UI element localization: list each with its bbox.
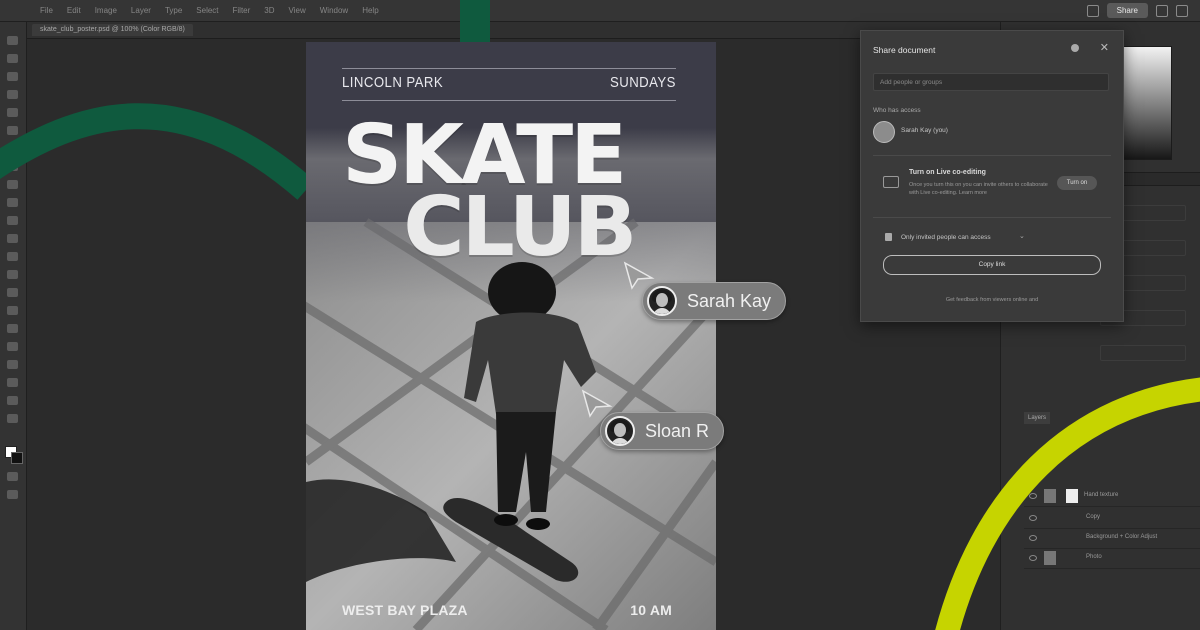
menu-item-type[interactable]: Type [165, 6, 182, 15]
menu-item-layer[interactable]: Layer [131, 6, 151, 15]
eraser-tool-icon[interactable] [7, 234, 18, 243]
menu-bar: File Edit Image Layer Type Select Filter… [0, 0, 1200, 22]
chevron-down-icon[interactable]: ⌄ [1019, 232, 1025, 240]
visibility-eye-icon[interactable] [1029, 555, 1037, 561]
healing-tool-icon[interactable] [7, 162, 18, 171]
avatar [873, 121, 895, 143]
owner-name: Sarah Kay (you) [901, 127, 948, 134]
marquee-tool-icon[interactable] [7, 54, 18, 63]
collaborator-pill: Sloan R [600, 412, 725, 450]
menu-item-edit[interactable]: Edit [67, 6, 81, 15]
divider [873, 217, 1111, 218]
magic-wand-tool-icon[interactable] [7, 90, 18, 99]
lasso-tool-icon[interactable] [7, 72, 18, 81]
add-people-input[interactable]: Add people or groups [873, 73, 1109, 91]
layer-mask-thumbnail [1066, 489, 1078, 503]
dark-green-curve [0, 103, 315, 200]
layer-row[interactable]: Photo [1024, 548, 1200, 569]
collaborator-name: Sloan R [645, 420, 710, 441]
path-select-tool-icon[interactable] [7, 342, 18, 351]
share-button[interactable]: Share [1106, 3, 1148, 18]
color-gradient-picker[interactable] [1122, 46, 1172, 160]
search-icon[interactable] [1156, 4, 1168, 17]
layer-row[interactable]: Copy [1024, 508, 1200, 529]
tool-bar [0, 22, 27, 630]
menu-item-3d[interactable]: 3D [264, 6, 274, 15]
menu-item-file[interactable]: File [40, 6, 53, 15]
shape-tool-icon[interactable] [7, 360, 18, 369]
menu-item-view[interactable]: View [289, 6, 306, 15]
collaborator-name: Sarah Kay [687, 290, 772, 311]
panel-field[interactable] [1100, 345, 1186, 361]
poster-venue: WEST BAY PLAZA [342, 602, 468, 618]
live-coediting-description: Once you turn this on you can invite oth… [909, 182, 1048, 196]
document-tab[interactable]: skate_club_poster.psd @ 100% (Color RGB/… [32, 24, 193, 36]
layer-name: Photo [1086, 554, 1102, 560]
home-icon[interactable] [1086, 4, 1099, 17]
access-setting[interactable]: Only invited people can access [901, 234, 991, 241]
move-tool-icon[interactable] [7, 36, 18, 45]
layer-thumbnail [1044, 551, 1056, 565]
layer-name: Background + Color Adjust [1086, 534, 1158, 540]
close-icon[interactable]: ✕ [1100, 41, 1109, 54]
layers-tab[interactable]: Layers [1024, 412, 1050, 424]
poster-canvas[interactable]: LINCOLN PARK SUNDAYS SKATE CLUB WEST BAY… [306, 42, 716, 630]
turn-on-button[interactable]: Turn on [1057, 176, 1097, 190]
menu-item-filter[interactable]: Filter [233, 6, 251, 15]
menu-item-image[interactable]: Image [95, 6, 117, 15]
copy-link-button[interactable]: Copy link [883, 255, 1101, 275]
pen-tool-icon[interactable] [7, 306, 18, 315]
workspace-icon[interactable] [1176, 4, 1188, 17]
visibility-eye-icon[interactable] [1029, 535, 1037, 541]
stamp-tool-icon[interactable] [7, 198, 18, 207]
top-rule [342, 68, 676, 69]
layer-row[interactable]: Background + Color Adjust [1024, 528, 1200, 549]
poster-title: SKATE CLUB [342, 115, 689, 269]
background-color-swatch[interactable] [11, 452, 23, 464]
blur-tool-icon[interactable] [7, 270, 18, 279]
visibility-eye-icon[interactable] [1029, 515, 1037, 521]
more-tools-icon[interactable] [7, 414, 18, 423]
menu-item-window[interactable]: Window [320, 6, 348, 15]
zoom-tool-icon[interactable] [7, 396, 18, 405]
collaborator-pill: Sarah Kay [642, 282, 787, 320]
crop-tool-icon[interactable] [7, 108, 18, 117]
gear-icon[interactable] [1071, 44, 1079, 52]
menu-item-help[interactable]: Help [362, 6, 378, 15]
quick-mask-icon[interactable] [7, 472, 18, 481]
lock-icon [885, 233, 892, 241]
menu-item-select[interactable]: Select [196, 6, 218, 15]
avatar [605, 416, 635, 446]
gradient-tool-icon[interactable] [7, 252, 18, 261]
feedback-text: Get feedback from viewers online and [945, 297, 1039, 303]
eyedropper-tool-icon[interactable] [7, 144, 18, 153]
who-has-access-label: Who has access [873, 107, 921, 114]
poster-time: 10 AM [630, 602, 672, 618]
brush-tool-icon[interactable] [7, 180, 18, 189]
live-coediting-icon [883, 176, 899, 188]
share-document-dialog: Share document ✕ Add people or groups Wh… [860, 30, 1124, 322]
layer-row[interactable]: Hand texture [1024, 486, 1200, 507]
dodge-tool-icon[interactable] [7, 288, 18, 297]
live-coediting-title: Turn on Live co-editing [909, 169, 986, 176]
poster-day: SUNDAYS [610, 74, 676, 91]
menubar-right: Share [1086, 3, 1188, 18]
second-rule [342, 100, 676, 101]
screen-mode-icon[interactable] [7, 490, 18, 499]
poster-location: LINCOLN PARK [342, 74, 444, 91]
layer-name: Hand texture [1084, 492, 1119, 498]
hand-tool-icon[interactable] [7, 378, 18, 387]
history-brush-tool-icon[interactable] [7, 216, 18, 225]
avatar [647, 286, 677, 316]
layer-thumbnail [1044, 489, 1056, 503]
layer-name: Copy [1086, 514, 1101, 520]
type-tool-icon[interactable] [7, 324, 18, 333]
divider [873, 155, 1111, 156]
visibility-eye-icon[interactable] [1029, 493, 1037, 499]
dialog-title: Share document [873, 45, 936, 55]
frame-tool-icon[interactable] [7, 126, 18, 135]
